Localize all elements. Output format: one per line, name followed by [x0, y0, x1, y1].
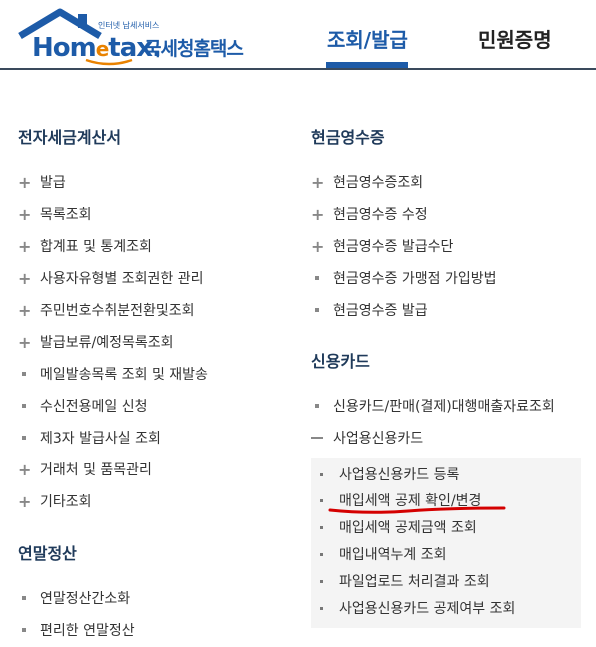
section-title-cash-receipt: 현금영수증 [311, 128, 385, 147]
menu-item[interactable]: 현금영수증 발급 [311, 298, 428, 322]
menu-item[interactable]: 현금영수증 가맹점 가입방법 [311, 266, 496, 290]
plus-icon: + [18, 332, 32, 352]
menu-item[interactable]: + 합계표 및 통계조회 [18, 234, 152, 258]
dot-bullet-icon [320, 525, 323, 529]
dot-bullet-icon [320, 498, 323, 502]
plus-icon: + [18, 268, 32, 288]
plus-icon: + [18, 204, 32, 224]
square-bullet-icon [315, 308, 319, 312]
logo-tagline: 인터넷 납세서비스 [98, 21, 160, 30]
menu-item[interactable]: + 현금영수증조회 [311, 170, 423, 194]
square-bullet-icon [22, 628, 26, 632]
submenu-item[interactable]: 파일업로드 처리결과 조회 [320, 570, 490, 592]
red-underline-annotation [328, 506, 506, 514]
hometax-logo[interactable]: 인터넷 납세서비스 Hometax. 국세청홈택스 [14, 6, 254, 66]
plus-icon: + [311, 204, 325, 224]
dot-bullet-icon [320, 472, 323, 476]
dot-bullet-icon [320, 552, 323, 556]
menu-item[interactable]: + 현금영수증 발급수단 [311, 234, 453, 258]
submenu-item[interactable]: 매입세액 공제금액 조회 [320, 516, 477, 538]
menu-item-expanded[interactable]: 사업용신용카드 [311, 426, 423, 450]
section-title-credit-card: 신용카드 [311, 352, 370, 371]
menu-item[interactable]: + 목록조회 [18, 202, 92, 226]
tab-inquiry-issuance[interactable]: 조회/발급 [327, 24, 408, 53]
square-bullet-icon [315, 276, 319, 280]
dot-bullet-icon [320, 579, 323, 583]
tab-civil-certificate[interactable]: 민원증명 [478, 24, 552, 53]
menu-item[interactable]: + 발급보류/예정목록조회 [18, 330, 174, 354]
menu-item[interactable]: 수신전용메일 신청 [18, 394, 148, 418]
square-bullet-icon [22, 436, 26, 440]
menu-item[interactable]: 연말정산간소화 [18, 586, 130, 610]
square-bullet-icon [22, 372, 26, 376]
plus-icon: + [311, 236, 325, 256]
square-bullet-icon [315, 404, 319, 408]
plus-icon: + [18, 459, 32, 479]
header: 인터넷 납세서비스 Hometax. 국세청홈택스 조회/발급 민원증명 [0, 0, 596, 70]
menu-item[interactable]: + 거래처 및 품목관리 [18, 457, 152, 481]
menu-item[interactable]: + 기타조회 [18, 489, 92, 513]
section-title-year-end-settlement: 연말정산 [18, 544, 77, 563]
dot-bullet-icon [320, 606, 323, 610]
menu-item[interactable]: 신용카드/판매(결제)대행매출자료조회 [311, 394, 555, 418]
submenu-item[interactable]: 사업용신용카드 공제여부 조회 [320, 597, 515, 619]
active-tab-indicator [326, 62, 408, 68]
menu-item[interactable]: 메일발송목록 조회 및 재발송 [18, 362, 208, 386]
section-title-e-tax-invoice: 전자세금계산서 [18, 128, 122, 147]
plus-icon: + [18, 300, 32, 320]
menu-item[interactable]: + 주민번호수취분전환및조회 [18, 298, 195, 322]
plus-icon: + [18, 236, 32, 256]
menu-item[interactable]: 제3자 발급사실 조회 [18, 426, 161, 450]
logo-korean-name: 국세청홈택스 [144, 38, 244, 60]
menu-item[interactable]: + 사용자유형별 조회권한 관리 [18, 266, 203, 290]
plus-icon: + [18, 491, 32, 511]
plus-icon: + [18, 172, 32, 192]
square-bullet-icon [22, 404, 26, 408]
logo-swoosh-icon [85, 58, 133, 66]
submenu-item[interactable]: 매입내역누계 조회 [320, 543, 447, 565]
menu-item[interactable]: + 발급 [18, 170, 66, 194]
menu-item[interactable]: 편리한 연말정산 [18, 618, 135, 642]
menu-item[interactable]: + 현금영수증 수정 [311, 202, 428, 226]
submenu-item[interactable]: 사업용신용카드 등록 [320, 463, 459, 485]
minus-icon [311, 437, 323, 439]
plus-icon: + [311, 172, 325, 192]
square-bullet-icon [22, 596, 26, 600]
